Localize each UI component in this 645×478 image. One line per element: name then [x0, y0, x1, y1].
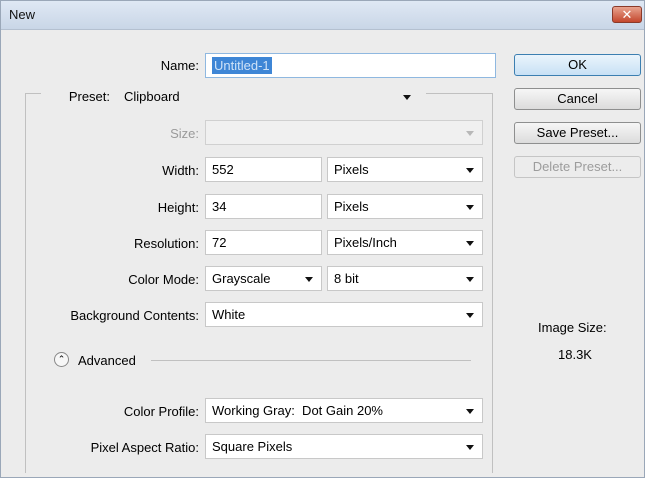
color-profile-select[interactable]: Working Gray: Dot Gain 20% — [205, 398, 483, 423]
cancel-button[interactable]: Cancel — [514, 88, 641, 110]
width-value: 552 — [212, 162, 234, 177]
background-contents-select[interactable]: White — [205, 302, 483, 327]
name-value: Untitled-1 — [212, 57, 272, 74]
new-document-dialog: New ✕ Name: Untitled-1 Preset: Clipboard… — [0, 0, 645, 478]
size-select — [205, 120, 483, 145]
bit-depth-value: 8 bit — [334, 271, 359, 286]
height-unit-select[interactable]: Pixels — [327, 194, 483, 219]
pixel-aspect-ratio-value: Square Pixels — [212, 439, 293, 454]
chevron-down-icon — [466, 205, 474, 210]
height-unit-value: Pixels — [334, 199, 369, 214]
image-size-label: Image Size: — [538, 320, 607, 335]
color-mode-value: Grayscale — [212, 271, 271, 286]
advanced-toggle-icon[interactable]: ⌃ — [54, 352, 69, 367]
name-label: Name: — [160, 58, 199, 73]
chevron-down-icon — [466, 277, 474, 282]
background-contents-value: White — [212, 307, 246, 322]
color-profile-value: Working Gray: Dot Gain 20% — [212, 403, 383, 418]
preset-group-border-right — [426, 93, 493, 94]
preset-group-border-left — [25, 93, 41, 94]
pixel-aspect-ratio-select[interactable]: Square Pixels — [205, 434, 483, 459]
height-label: Height: — [157, 200, 199, 215]
resolution-value: 72 — [212, 235, 227, 250]
color-profile-label: Color Profile: — [123, 404, 199, 419]
preset-group-border-right-vertical — [492, 93, 493, 473]
preset-label: Preset: — [68, 89, 110, 104]
title-bar: New ✕ — [1, 1, 644, 30]
collapse-icon: ⌃ — [57, 354, 66, 364]
size-label: Size: — [170, 126, 199, 141]
height-input[interactable]: 34 — [205, 194, 322, 219]
resolution-label: Resolution: — [133, 236, 199, 251]
resolution-unit-select[interactable]: Pixels/Inch — [327, 230, 483, 255]
background-contents-label: Background Contents: — [70, 308, 199, 323]
chevron-down-icon — [466, 168, 474, 173]
name-input[interactable]: Untitled-1 — [205, 53, 496, 78]
size-chevron-down-icon — [466, 131, 474, 136]
pixel-aspect-ratio-label: Pixel Aspect Ratio: — [90, 440, 199, 455]
advanced-label: Advanced — [78, 353, 136, 368]
chevron-down-icon — [466, 241, 474, 246]
width-unit-select[interactable]: Pixels — [327, 157, 483, 182]
delete-preset-button: Delete Preset... — [514, 156, 641, 178]
resolution-input[interactable]: 72 — [205, 230, 322, 255]
preset-group-border-vertical — [25, 93, 26, 473]
close-icon: ✕ — [621, 7, 633, 22]
bit-depth-select[interactable]: 8 bit — [327, 266, 483, 291]
resolution-unit-value: Pixels/Inch — [334, 235, 397, 250]
image-size-value: 18.3K — [558, 347, 592, 362]
color-mode-select[interactable]: Grayscale — [205, 266, 322, 291]
ok-button[interactable]: OK — [514, 54, 641, 76]
chevron-down-icon — [466, 409, 474, 414]
advanced-divider — [151, 360, 471, 361]
chevron-down-icon — [466, 313, 474, 318]
preset-select[interactable]: Clipboard — [124, 89, 180, 104]
color-mode-label: Color Mode: — [128, 272, 199, 287]
dialog-title: New — [9, 7, 36, 22]
height-value: 34 — [212, 199, 227, 214]
close-button[interactable]: ✕ — [612, 6, 642, 23]
width-unit-value: Pixels — [334, 162, 369, 177]
width-label: Width: — [162, 163, 199, 178]
preset-chevron-down-icon — [403, 95, 411, 100]
chevron-down-icon — [305, 277, 313, 282]
save-preset-button[interactable]: Save Preset... — [514, 122, 641, 144]
width-input[interactable]: 552 — [205, 157, 322, 182]
chevron-down-icon — [466, 445, 474, 450]
